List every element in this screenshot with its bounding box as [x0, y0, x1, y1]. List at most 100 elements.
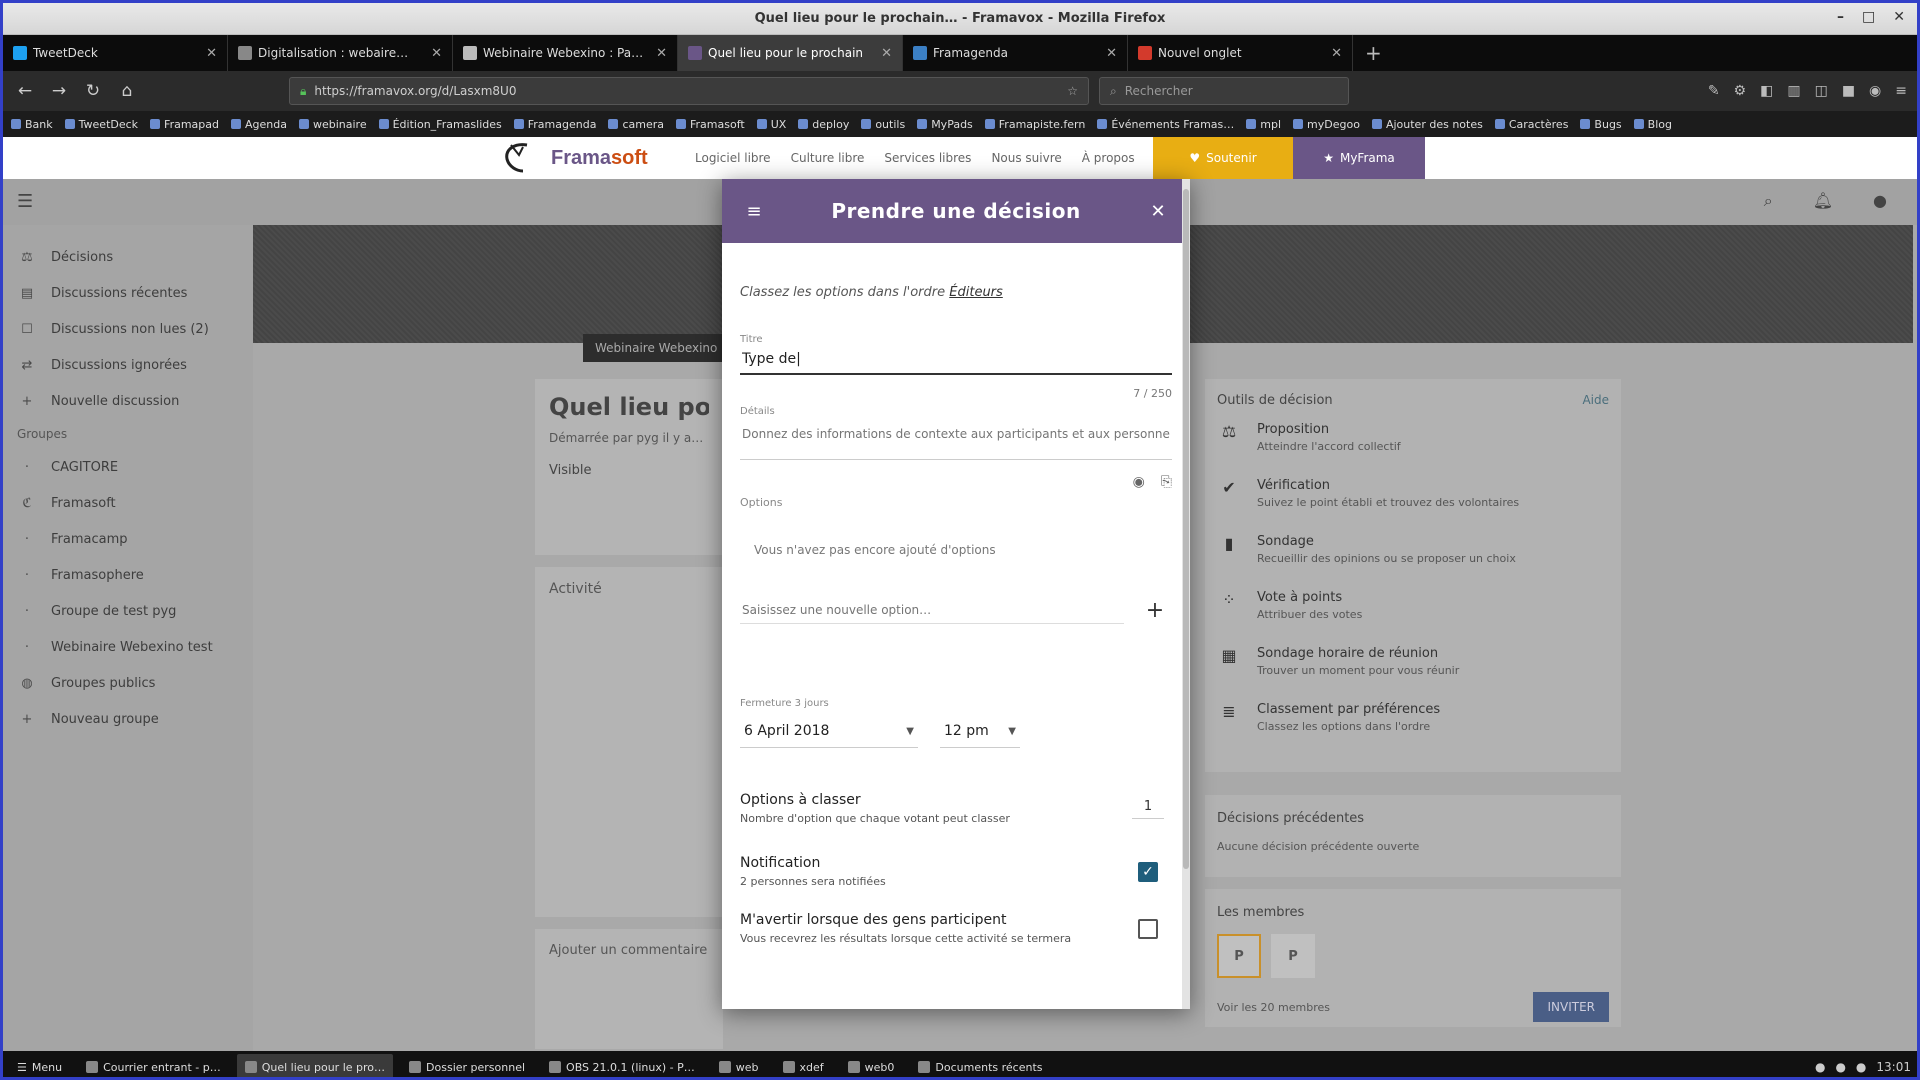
- scrollbar-thumb[interactable]: [1183, 189, 1189, 869]
- decision-type-item[interactable]: ▦ Sondage horaire de réunion Trouver un mo…: [1217, 646, 1609, 702]
- help-link[interactable]: Aide: [1582, 393, 1609, 408]
- see-all-members-link[interactable]: Voir les 20 membres: [1217, 1001, 1330, 1014]
- sidebar-item[interactable]: ⇄ Discussions ignorées: [3, 347, 253, 383]
- bookmark-item[interactable]: Agenda: [231, 118, 287, 131]
- modal-scrollbar[interactable]: [1182, 179, 1190, 1009]
- add-option-plus-icon[interactable]: +: [1138, 598, 1172, 623]
- taskbar-item[interactable]: web0: [840, 1054, 903, 1077]
- bookmark-item[interactable]: Caractères: [1494, 118, 1568, 131]
- rank-options-input[interactable]: 1: [1132, 799, 1164, 819]
- tab-close-icon[interactable]: ✕: [206, 46, 217, 61]
- decision-type-item[interactable]: ▮ Sondage Recueillir des opinions ou se pr…: [1217, 534, 1609, 590]
- bookmark-item[interactable]: mpl: [1246, 118, 1281, 131]
- support-button[interactable]: ♥ Soutenir: [1153, 137, 1293, 179]
- minimize-icon[interactable]: –: [1837, 9, 1844, 25]
- battery-icon[interactable]: ●: [1856, 1060, 1866, 1074]
- hamburger-menu-icon[interactable]: ☰: [17, 191, 33, 212]
- taskbar-item[interactable]: xdef: [775, 1054, 832, 1077]
- rss-icon[interactable]: ◉: [1869, 83, 1881, 99]
- preview-eye-icon[interactable]: ◉: [1133, 474, 1145, 490]
- framasoft-name[interactable]: Framasoft: [551, 147, 648, 170]
- sidebar-group-item[interactable]: · Groupe de test pyg: [3, 593, 253, 629]
- sidebar-item[interactable]: ▤ Discussions récentes: [3, 275, 253, 311]
- bookmark-item[interactable]: MyPads: [917, 118, 973, 131]
- bookmark-item[interactable]: Blog: [1633, 118, 1672, 131]
- sidebar-group-item[interactable]: ◍ Groupes publics: [3, 665, 253, 701]
- tab-digitalisation[interactable]: Digitalisation : webaire… ✕: [228, 35, 453, 71]
- invite-button[interactable]: INVITER: [1533, 992, 1609, 1022]
- menu-culture-libre[interactable]: Culture libre: [791, 151, 865, 165]
- url-bar[interactable]: 🔒︎ https://framavox.org/d/Lasxm8U0 ☆: [289, 77, 1089, 105]
- extension-icon[interactable]: ◧: [1760, 83, 1773, 99]
- avatar[interactable]: P: [1217, 934, 1261, 978]
- tab-webinaire[interactable]: Webinaire Webexino : Pages ✕: [453, 35, 678, 71]
- new-tab-icon[interactable]: +: [1353, 35, 1394, 71]
- sidebar-item[interactable]: ☐ Discussions non lues (2): [3, 311, 253, 347]
- bookmark-item[interactable]: Événements Framas…: [1097, 118, 1234, 131]
- search-icon[interactable]: ⌕: [1764, 191, 1773, 211]
- tools-icon[interactable]: ✎: [1708, 83, 1720, 99]
- menu-services-libres[interactable]: Services libres: [884, 151, 971, 165]
- tab-close-icon[interactable]: ✕: [1331, 46, 1342, 61]
- avatar[interactable]: P: [1271, 934, 1315, 978]
- group-name-label[interactable]: Webinaire Webexino: [583, 334, 730, 362]
- bookmark-item[interactable]: Édition_Framaslides: [378, 118, 502, 131]
- clock[interactable]: 13:01: [1876, 1060, 1911, 1074]
- bookmark-star-icon[interactable]: ☆: [1067, 84, 1078, 98]
- volume-icon[interactable]: ●: [1835, 1060, 1845, 1074]
- bookmark-item[interactable]: Bugs: [1580, 118, 1622, 131]
- bookmark-item[interactable]: UX: [756, 118, 786, 131]
- sidebar-group-item[interactable]: · Webinaire Webexino test: [3, 629, 253, 665]
- taskbar-item[interactable]: Dossier personnel: [401, 1054, 533, 1077]
- maximize-icon[interactable]: □: [1862, 9, 1875, 25]
- menu-icon[interactable]: ≡: [742, 201, 766, 222]
- taskbar-item[interactable]: Courrier entrant - p…: [78, 1054, 229, 1077]
- menu-logiciel-libre[interactable]: Logiciel libre: [695, 151, 771, 165]
- tab-close-icon[interactable]: ✕: [431, 46, 442, 61]
- tab-new[interactable]: Nouvel onglet ✕: [1128, 35, 1353, 71]
- bookmark-item[interactable]: camera: [608, 118, 664, 131]
- editors-link[interactable]: Éditeurs: [949, 285, 1003, 300]
- bookmark-item[interactable]: myDegoo: [1293, 118, 1360, 131]
- sidebar-item[interactable]: + Nouvelle discussion: [3, 383, 253, 419]
- bookmark-item[interactable]: Framagenda: [513, 118, 596, 131]
- date-select[interactable]: 6 April 2018 ▼: [740, 719, 918, 748]
- decision-type-item[interactable]: ⚖ Proposition Atteindre l'accord collectif: [1217, 422, 1609, 478]
- start-menu-button[interactable]: ☰ Menu: [9, 1054, 70, 1077]
- add-option-input[interactable]: [740, 597, 1124, 624]
- sidebar-item[interactable]: ⚖ Décisions: [3, 239, 253, 275]
- taskbar-item[interactable]: Quel lieu pour le pro…: [236, 1054, 394, 1077]
- attachment-icon[interactable]: ⎘: [1161, 474, 1172, 490]
- taskbar-item[interactable]: Documents récents: [910, 1054, 1050, 1077]
- menu-nous-suivre[interactable]: Nous suivre: [991, 151, 1061, 165]
- bookmark-item[interactable]: Framapad: [150, 118, 219, 131]
- tab-framagenda[interactable]: Framagenda ✕: [903, 35, 1128, 71]
- sidebar-group-item[interactable]: · Framasophere: [3, 557, 253, 593]
- tab-close-icon[interactable]: ✕: [881, 46, 892, 61]
- bookmark-item[interactable]: Framasoft: [676, 118, 745, 131]
- bookmark-item[interactable]: webinaire: [298, 118, 367, 131]
- bookmark-item[interactable]: TweetDeck: [64, 118, 138, 131]
- menu-a-propos[interactable]: À propos: [1082, 151, 1135, 165]
- library-icon[interactable]: ▥: [1787, 83, 1800, 99]
- framasoft-logo-icon[interactable]: [497, 141, 537, 175]
- user-avatar-icon[interactable]: ●: [1873, 191, 1887, 211]
- bookmark-item[interactable]: deploy: [798, 118, 849, 131]
- home-icon[interactable]: ⌂: [115, 81, 139, 101]
- taskbar-item[interactable]: web: [711, 1054, 767, 1077]
- tab-close-icon[interactable]: ✕: [1106, 46, 1117, 61]
- sidebar-group-item[interactable]: ℭ Framasoft: [3, 485, 253, 521]
- forward-icon[interactable]: →: [47, 81, 71, 101]
- search-bar[interactable]: ⌕ Rechercher: [1099, 77, 1349, 105]
- network-icon[interactable]: ●: [1815, 1060, 1825, 1074]
- sidebar-icon[interactable]: ◫: [1815, 83, 1828, 99]
- title-input[interactable]: [740, 345, 1172, 375]
- taskbar-item[interactable]: OBS 21.0.1 (linux) - P…: [541, 1054, 703, 1077]
- bookmark-item[interactable]: outils: [861, 118, 905, 131]
- bookmark-item[interactable]: Framapiste.fern: [984, 118, 1085, 131]
- addon-icon[interactable]: ■: [1842, 83, 1855, 99]
- sidebar-group-item[interactable]: + Nouveau groupe: [3, 701, 253, 737]
- settings-icon[interactable]: ⚙: [1734, 83, 1747, 99]
- tab-quel-lieu[interactable]: Quel lieu pour le prochain ✕: [678, 35, 903, 71]
- bookmark-item[interactable]: Bank: [11, 118, 53, 131]
